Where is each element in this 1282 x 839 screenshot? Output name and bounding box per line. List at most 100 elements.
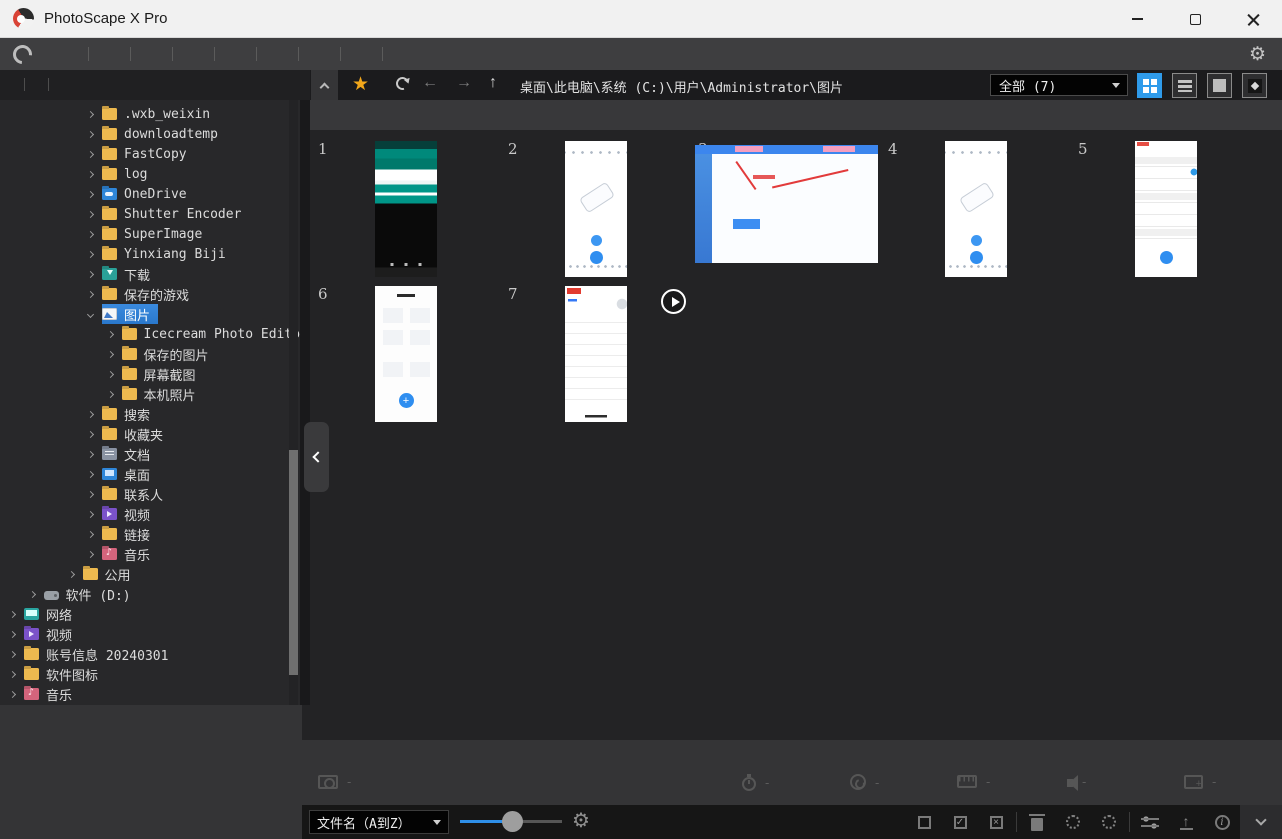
expander-icon[interactable] <box>87 190 94 197</box>
list-view-button[interactable] <box>1172 73 1197 98</box>
sidebar-tree-item[interactable]: 图片 <box>0 304 300 324</box>
expander-icon[interactable] <box>9 630 16 637</box>
expander-icon[interactable] <box>87 470 94 477</box>
expander-icon[interactable] <box>106 330 113 337</box>
sidebar-tree-item[interactable]: 账号信息 20240301 <box>0 644 300 664</box>
photo-thumbnail[interactable] <box>695 145 878 263</box>
expander-icon[interactable] <box>9 650 16 657</box>
menu-item[interactable] <box>214 38 256 70</box>
back-arrow-icon[interactable]: ← <box>422 74 438 92</box>
photo-thumbnail[interactable] <box>565 141 627 277</box>
menubar-logo-icon[interactable] <box>9 41 36 68</box>
filter-dropdown[interactable]: 全部 (7) <box>990 74 1128 96</box>
menu-item[interactable] <box>298 38 340 70</box>
scrollbar-thumb[interactable] <box>289 450 298 675</box>
menu-item[interactable] <box>382 38 424 70</box>
photo-thumbnail[interactable] <box>1135 141 1197 277</box>
sidebar-tree-item[interactable]: 音乐 <box>0 684 300 704</box>
delete-button[interactable] <box>1019 805 1055 839</box>
up-arrow-icon[interactable]: ↑ <box>489 74 497 92</box>
menu-item[interactable] <box>340 38 382 70</box>
menu-item[interactable] <box>88 38 130 70</box>
expander-icon[interactable] <box>87 170 94 177</box>
expander-icon[interactable] <box>9 690 16 697</box>
refresh-icon[interactable] <box>394 75 412 93</box>
sidebar-splitter[interactable] <box>300 100 310 705</box>
sidebar-tree-item[interactable]: 保存的游戏 <box>0 284 300 304</box>
sidebar-tree-item[interactable]: 收藏夹 <box>0 424 300 444</box>
close-button[interactable] <box>1224 0 1282 38</box>
expander-icon[interactable] <box>87 270 94 277</box>
expander-icon[interactable] <box>106 390 113 397</box>
sidebar-tree-item[interactable]: Shutter Encoder <box>0 204 300 224</box>
upload-button[interactable]: ↑ <box>1168 805 1204 839</box>
breadcrumb-path[interactable]: 桌面\此电脑\系统 (C:)\用户\Administrator\图片 <box>520 77 843 96</box>
photo-thumbnail[interactable] <box>375 286 437 422</box>
expander-icon[interactable] <box>67 570 74 577</box>
sidebar-tree-item[interactable]: 视频 <box>0 624 300 644</box>
sidebar-tree-item[interactable]: 下载 <box>0 264 300 284</box>
sidebar-tree-item[interactable]: SuperImage <box>0 224 300 244</box>
sidebar-tree-item[interactable]: FastCopy <box>0 144 300 164</box>
select-none-button[interactable] <box>906 805 942 839</box>
select-invert-button[interactable]: × <box>978 805 1014 839</box>
sidebar-tree-item[interactable]: downloadtemp <box>0 124 300 144</box>
sidebar-scrollbar[interactable] <box>289 100 298 705</box>
sidebar-tree-item[interactable]: 保存的图片 <box>0 344 300 364</box>
sidebar-tab[interactable] <box>0 70 24 100</box>
sidebar-tree-item[interactable]: log <box>0 164 300 184</box>
expander-icon[interactable] <box>87 530 94 537</box>
expander-icon[interactable] <box>87 410 94 417</box>
fullscreen-view-button[interactable] <box>1242 73 1267 98</box>
expander-icon[interactable] <box>87 490 94 497</box>
adjustments-button[interactable] <box>1132 805 1168 839</box>
expander-icon[interactable] <box>87 150 94 157</box>
sidebar-tree-item[interactable]: 音乐 <box>0 544 300 564</box>
sidebar-tree-item[interactable]: Icecream Photo Editor <box>0 324 300 344</box>
sidebar-collapse-handle[interactable] <box>304 422 329 492</box>
expander-icon[interactable] <box>87 290 94 297</box>
expander-icon[interactable] <box>106 350 113 357</box>
expander-icon[interactable] <box>28 590 35 597</box>
menu-item[interactable] <box>172 38 214 70</box>
sidebar-tree-item[interactable]: 本机照片 <box>0 384 300 404</box>
expander-icon[interactable] <box>87 450 94 457</box>
expand-panel-button[interactable] <box>1240 805 1282 839</box>
rotate-ccw-button[interactable] <box>1055 805 1091 839</box>
sidebar-tree-item[interactable]: 视频 <box>0 504 300 524</box>
sidebar-tree-item[interactable]: 软件 (D:) <box>0 584 300 604</box>
select-all-button[interactable]: ✓ <box>942 805 978 839</box>
collapse-toolbar-button[interactable] <box>311 70 338 100</box>
sidebar-tree-item[interactable]: 搜索 <box>0 404 300 424</box>
sidebar-tree-item[interactable]: .wxb_weixin <box>0 104 300 124</box>
expander-icon[interactable] <box>87 550 94 557</box>
expander-icon[interactable] <box>87 310 94 317</box>
expander-icon[interactable] <box>106 370 113 377</box>
sidebar-tree-item[interactable]: 联系人 <box>0 484 300 504</box>
sidebar-tree-item[interactable]: 桌面 <box>0 464 300 484</box>
expander-icon[interactable] <box>87 130 94 137</box>
view-settings-gear-icon[interactable]: ⚙ <box>572 811 590 831</box>
expander-icon[interactable] <box>9 670 16 677</box>
forward-arrow-icon[interactable]: → <box>456 74 472 92</box>
play-button[interactable] <box>661 289 686 314</box>
expander-icon[interactable] <box>87 250 94 257</box>
single-view-button[interactable] <box>1207 73 1232 98</box>
star-favorite-icon[interactable]: ★ <box>352 73 369 96</box>
sidebar-tree-item[interactable]: 网络 <box>0 604 300 624</box>
expander-icon[interactable] <box>9 610 16 617</box>
expander-icon[interactable] <box>87 430 94 437</box>
menu-item[interactable] <box>130 38 172 70</box>
sort-dropdown[interactable]: 文件名（A到Z） <box>309 810 449 834</box>
sidebar-tree-item[interactable]: Yinxiang Biji <box>0 244 300 264</box>
maximize-button[interactable] <box>1166 0 1224 38</box>
rotate-cw-button[interactable] <box>1091 805 1127 839</box>
sidebar-tab[interactable] <box>24 70 48 100</box>
menu-item[interactable] <box>46 38 88 70</box>
expander-icon[interactable] <box>87 110 94 117</box>
sidebar-tree-item[interactable]: 公用 <box>0 564 300 584</box>
menu-item[interactable] <box>256 38 298 70</box>
expander-icon[interactable] <box>87 510 94 517</box>
sidebar-tree-item[interactable]: 链接 <box>0 524 300 544</box>
photo-thumbnail[interactable] <box>375 141 437 277</box>
